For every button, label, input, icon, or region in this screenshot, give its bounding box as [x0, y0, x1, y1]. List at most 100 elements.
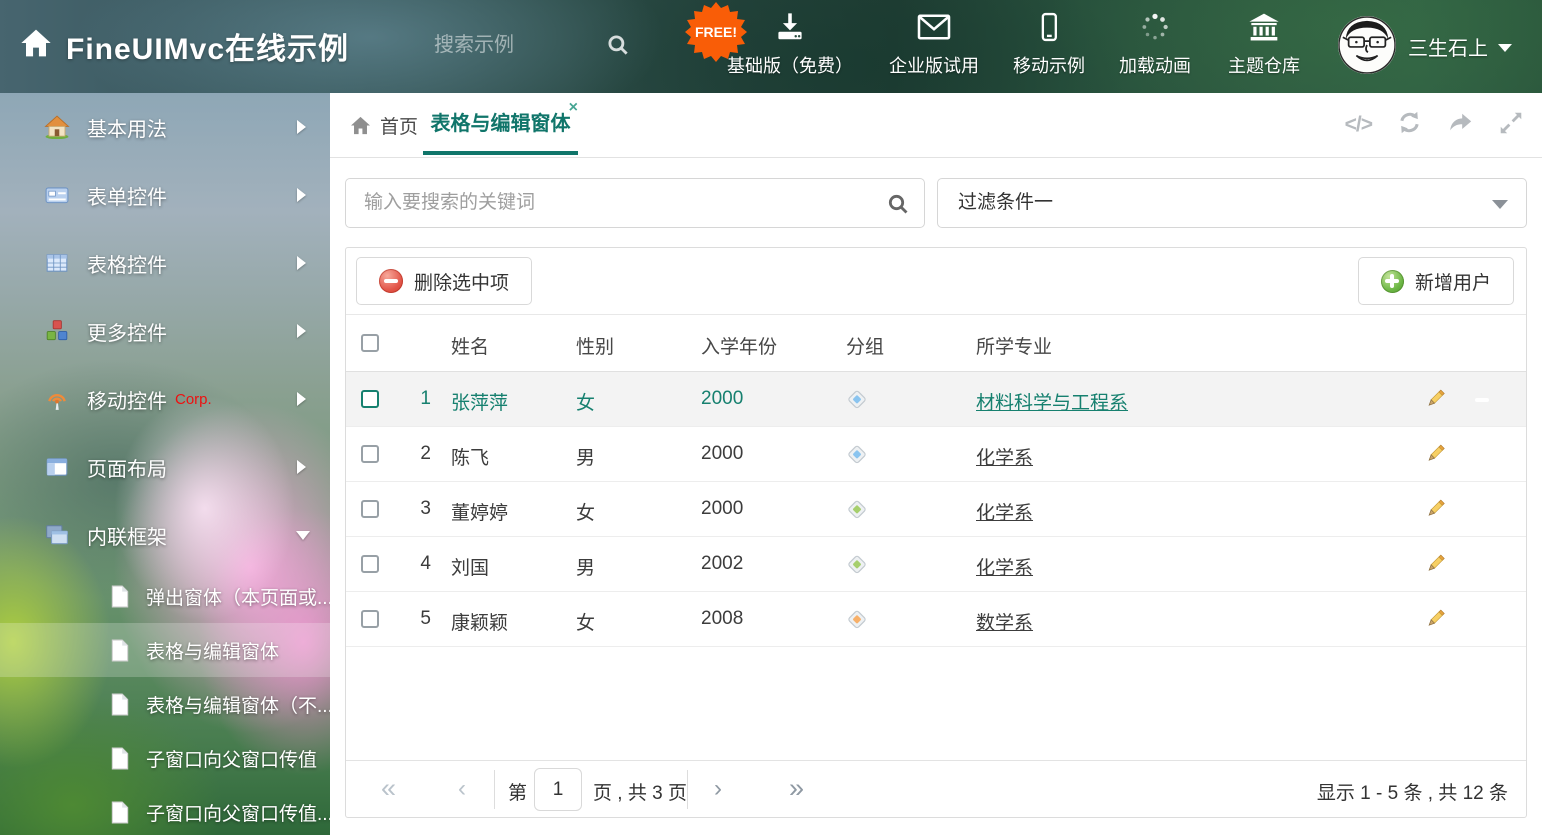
row-number: 4 — [396, 553, 431, 575]
tag-icon — [846, 443, 868, 471]
user-menu[interactable]: 三生石上 — [1408, 32, 1512, 61]
nav-basic-edition[interactable]: 基础版（免费） — [710, 12, 870, 78]
source-code-icon[interactable]: </> — [1345, 113, 1372, 137]
chevron-right-icon — [297, 324, 306, 338]
sidebar-item-label: 页面布局 — [87, 453, 167, 482]
tag-icon — [846, 388, 868, 416]
row-number: 5 — [396, 608, 431, 630]
row-checkbox[interactable] — [361, 390, 379, 408]
tab-toolbar: </> — [1345, 93, 1524, 157]
edit-pencil-icon[interactable] — [1424, 608, 1446, 636]
row-checkbox[interactable] — [361, 500, 379, 518]
sidebar-subitem-label: 弹出窗体（本页面或... — [146, 583, 333, 610]
sidebar-item-mobile-controls[interactable]: 移动控件 Corp. — [0, 365, 330, 433]
last-page-button[interactable]: » — [789, 773, 804, 804]
first-page-button[interactable]: « — [381, 773, 396, 804]
expand-icon[interactable] — [1498, 110, 1524, 141]
main-content: 首页 表格与编辑窗体 × </> — [330, 93, 1542, 835]
sidebar-item-form-controls[interactable]: 表单控件 — [0, 161, 330, 229]
tab-home[interactable]: 首页 — [350, 93, 418, 157]
chevron-down-icon — [1492, 200, 1508, 209]
tab-label: 表格与编辑窗体 — [423, 93, 578, 155]
prev-page-button[interactable]: ‹ — [458, 775, 466, 803]
sidebar-item-grid-controls[interactable]: 表格控件 — [0, 229, 330, 297]
cell-name: 陈飞 — [451, 443, 489, 470]
sidebar-subitem-child-to-parent-2[interactable]: 子窗口向父窗口传值... — [0, 785, 330, 835]
tag-icon — [846, 553, 868, 581]
column-header-major: 所学专业 — [976, 332, 1052, 359]
edit-pencil-icon[interactable] — [1424, 443, 1446, 471]
next-page-button[interactable]: › — [714, 775, 722, 803]
share-icon[interactable] — [1447, 109, 1474, 141]
nav-label: 基础版（免费） — [710, 52, 870, 78]
home-icon — [350, 116, 371, 135]
sidebar-subitem-child-to-parent[interactable]: 子窗口向父窗口传值 — [0, 731, 330, 785]
table-header: 姓名 性别 入学年份 分组 所学专业 — [346, 315, 1526, 372]
row-number: 1 — [396, 388, 431, 410]
cubes-icon — [44, 319, 70, 343]
chevron-right-icon — [297, 256, 306, 270]
delete-selected-label: 删除选中项 — [414, 268, 509, 295]
sidebar-subitem-label: 表格与编辑窗体 — [146, 637, 279, 664]
home-icon[interactable] — [20, 28, 52, 63]
filter-dropdown[interactable]: 过滤条件一 — [937, 178, 1527, 228]
sidebar-item-label: 内联框架 — [87, 521, 167, 550]
house-icon — [44, 115, 70, 139]
cell-gender: 女 — [576, 608, 595, 635]
major-link[interactable]: 数学系 — [976, 613, 1033, 634]
sidebar-subitem-popup-window[interactable]: 弹出窗体（本页面或... — [0, 569, 330, 623]
major-link[interactable]: 化学系 — [976, 558, 1033, 579]
column-header-name: 姓名 — [451, 332, 489, 359]
sidebar-subitem-grid-edit-window-2[interactable]: 表格与编辑窗体（不... — [0, 677, 330, 731]
tab-grid-edit-window[interactable]: 表格与编辑窗体 × — [423, 93, 578, 157]
app-title: FineUIMvc在线示例 — [66, 24, 349, 68]
sidebar-item-label: 表格控件 — [87, 249, 167, 278]
sidebar-item-more-controls[interactable]: 更多控件 — [0, 297, 330, 365]
major-link[interactable]: 化学系 — [976, 448, 1033, 469]
refresh-icon[interactable] — [1396, 109, 1423, 141]
table-row: 3 董婷婷 女 2000 化学系 — [346, 482, 1526, 537]
nav-theme-store[interactable]: 主题仓库 — [1184, 12, 1344, 78]
sidebar-item-page-layout[interactable]: 页面布局 — [0, 433, 330, 501]
nav-label: 主题仓库 — [1184, 52, 1344, 78]
record-count-summary: 显示 1 - 5 条 , 共 12 条 — [1317, 778, 1508, 805]
tag-icon — [846, 498, 868, 526]
page-suffix: 页 , 共 3 页 — [593, 778, 687, 805]
form-icon — [44, 183, 70, 207]
row-checkbox[interactable] — [361, 445, 379, 463]
header-search-input[interactable] — [428, 22, 633, 68]
corp-badge: Corp. — [175, 391, 212, 408]
edit-pencil-icon[interactable] — [1424, 388, 1446, 416]
keyword-search — [345, 178, 925, 228]
keyword-search-input[interactable] — [346, 179, 924, 227]
sidebar-item-iframe[interactable]: 内联框架 — [0, 501, 330, 569]
cell-gender: 男 — [576, 553, 595, 580]
chevron-right-icon — [297, 120, 306, 134]
delete-selected-button[interactable]: 删除选中项 — [356, 257, 532, 305]
close-icon[interactable]: × — [569, 100, 578, 116]
table-row: 5 康颖颖 女 2008 数学系 — [346, 592, 1526, 647]
grid-panel: 删除选中项 新增用户 姓名 性别 入学年份 分组 所学专业 1 张萍萍 — [345, 247, 1527, 818]
pagination-bar: « ‹ 第 页 , 共 3 页 › » 显示 1 - 5 条 , 共 12 条 — [346, 760, 1526, 817]
select-all-checkbox[interactable] — [361, 334, 379, 352]
chevron-down-icon — [1498, 44, 1512, 52]
filter-dropdown-value: 过滤条件一 — [938, 179, 1526, 227]
chevron-down-icon — [296, 531, 310, 540]
cell-gender: 女 — [576, 498, 595, 525]
chevron-right-icon — [297, 188, 306, 202]
search-icon[interactable] — [886, 192, 910, 221]
row-checkbox[interactable] — [361, 555, 379, 573]
major-link[interactable]: 材料科学与工程系 — [976, 393, 1128, 414]
edit-pencil-icon[interactable] — [1424, 498, 1446, 526]
avatar[interactable] — [1338, 16, 1396, 74]
search-icon[interactable] — [605, 32, 631, 63]
add-user-button[interactable]: 新增用户 — [1358, 257, 1514, 305]
download-icon — [773, 29, 807, 46]
major-link[interactable]: 化学系 — [976, 503, 1033, 524]
page-number-input[interactable] — [534, 768, 582, 811]
sidebar: 基本用法 表单控件 表格控件 更多控件 — [0, 93, 330, 835]
row-checkbox[interactable] — [361, 610, 379, 628]
sidebar-subitem-grid-edit-window[interactable]: 表格与编辑窗体 — [0, 623, 330, 677]
sidebar-item-basic-usage[interactable]: 基本用法 — [0, 93, 330, 161]
edit-pencil-icon[interactable] — [1424, 553, 1446, 581]
